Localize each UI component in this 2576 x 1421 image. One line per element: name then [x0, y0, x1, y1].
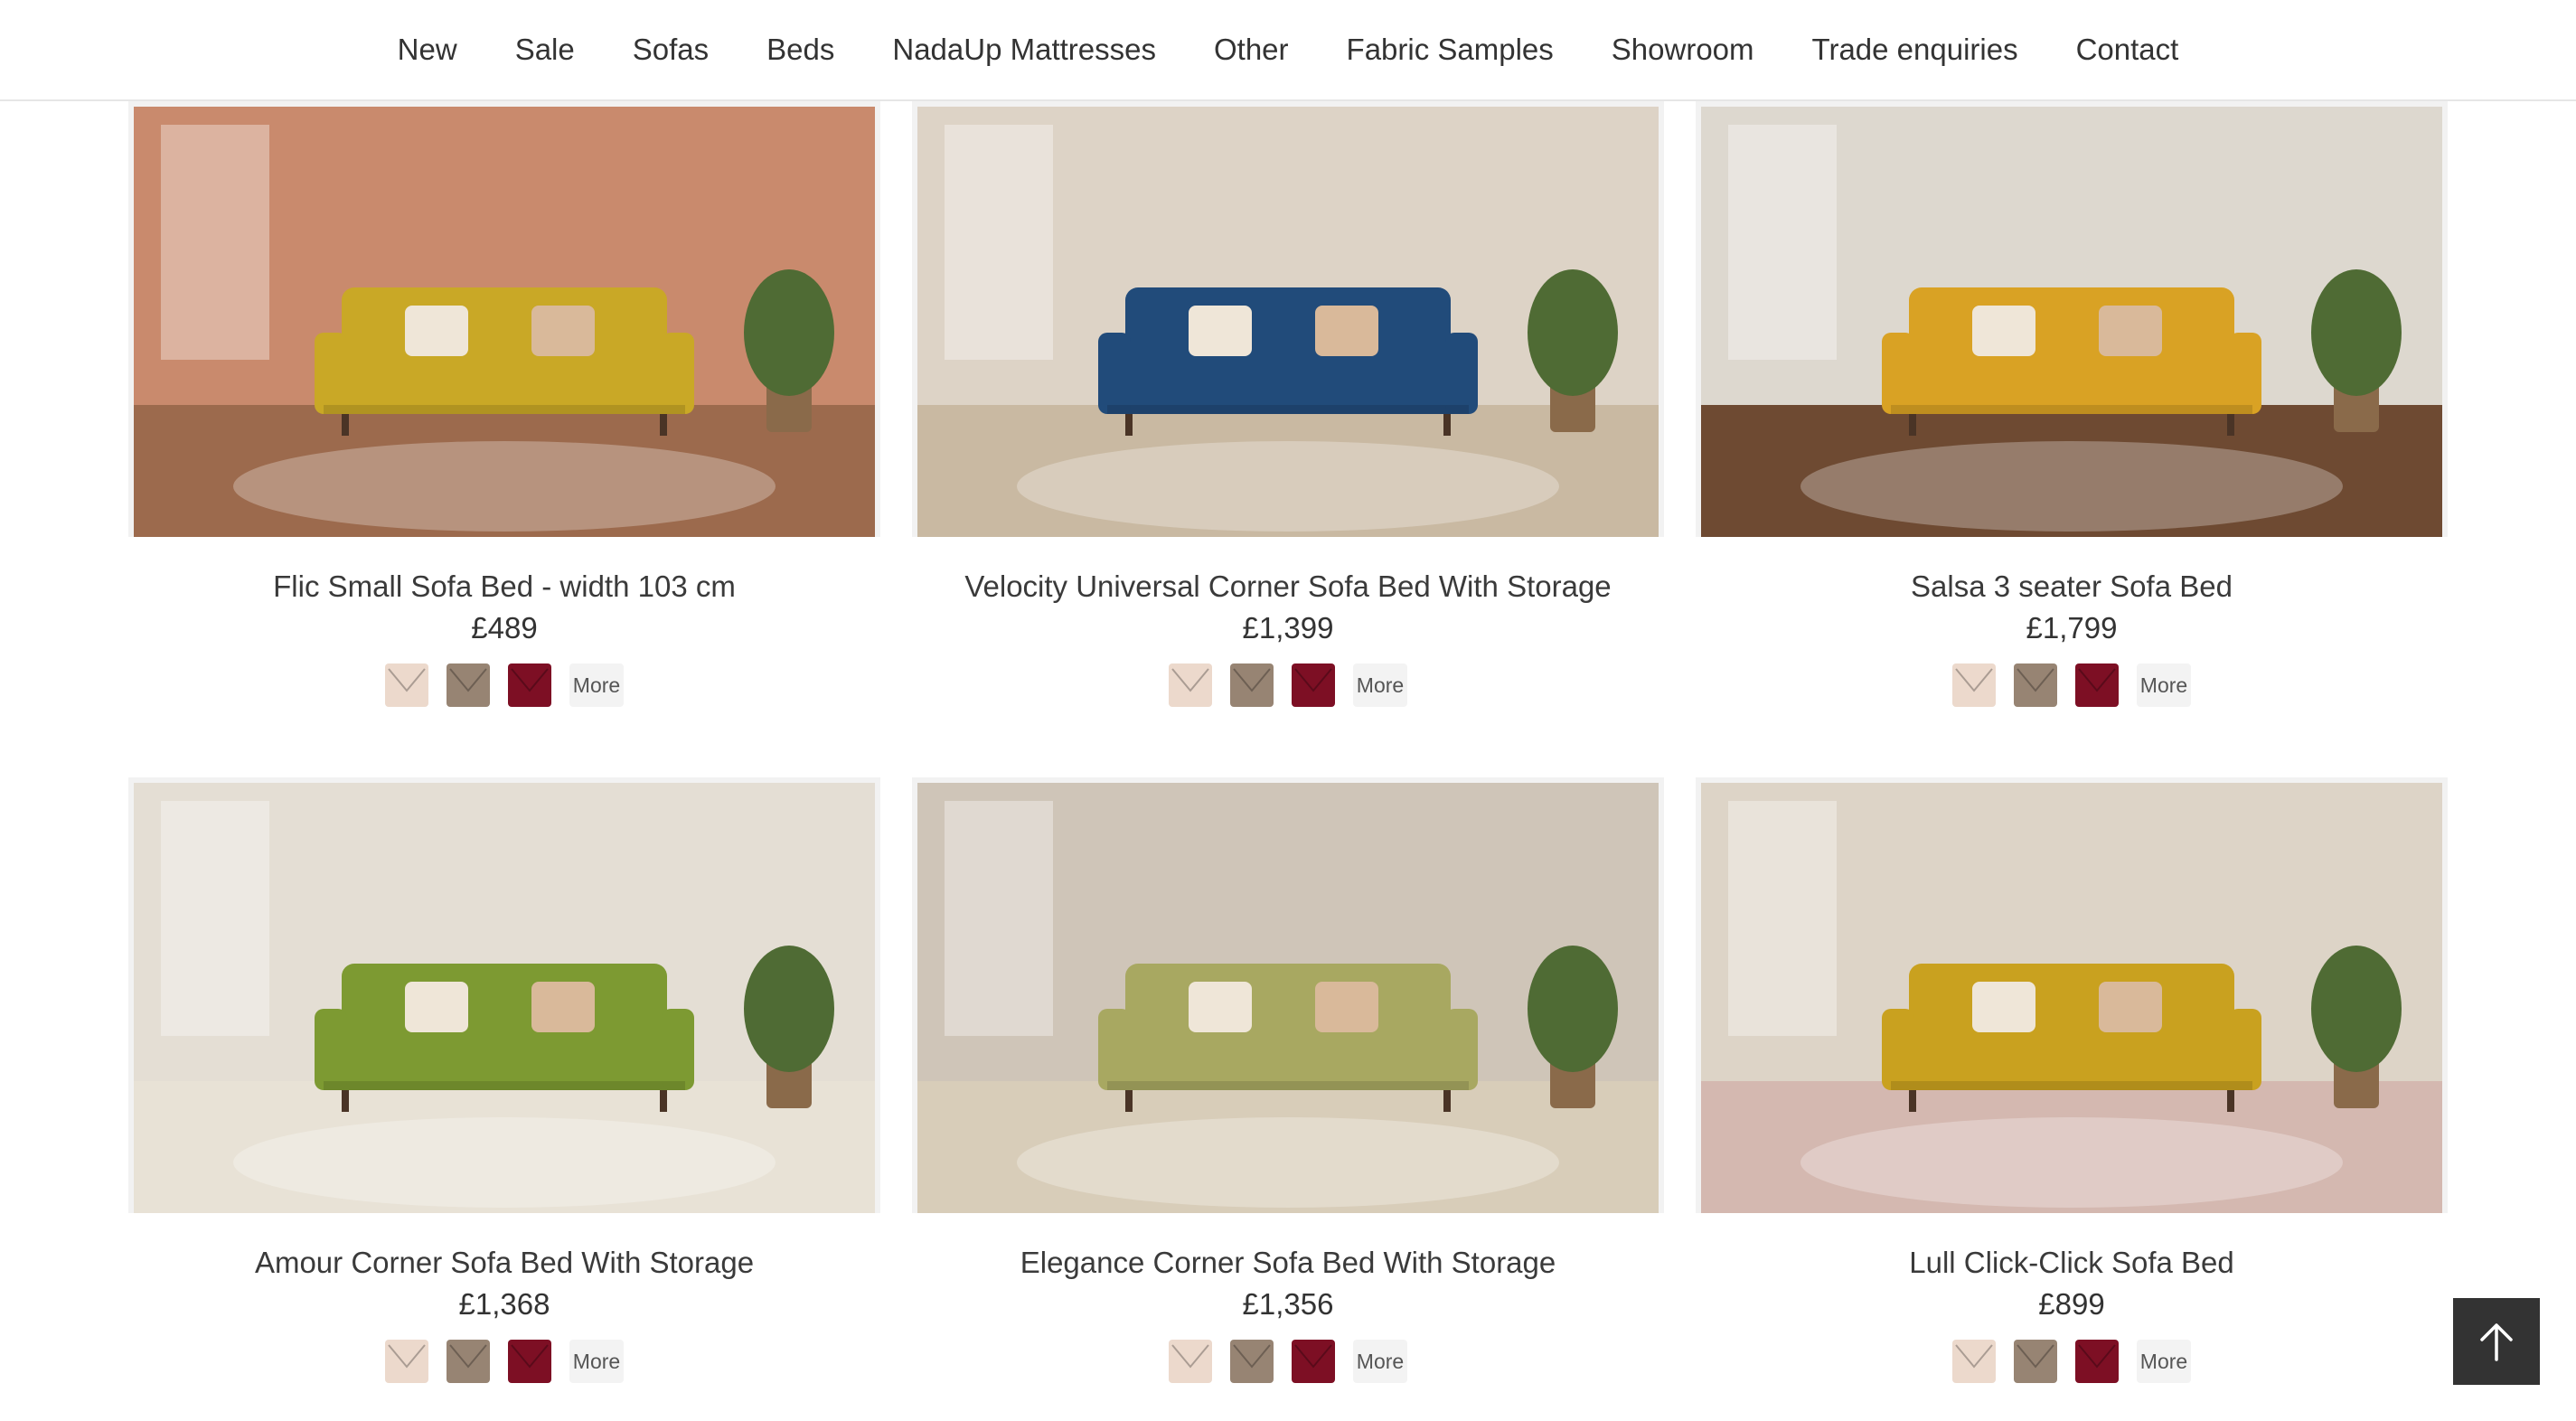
swatch-row: More: [912, 1340, 1664, 1383]
more-swatches-button[interactable]: More: [1352, 1340, 1408, 1383]
main-navigation: New Sale Sofas Beds NadaUp Mattresses Ot…: [0, 0, 2576, 101]
product-image[interactable]: [912, 101, 1664, 537]
more-swatches-button[interactable]: More: [2136, 663, 2192, 707]
more-swatches-button[interactable]: More: [569, 663, 625, 707]
nav-beds[interactable]: Beds: [766, 33, 834, 67]
product-photo: [1701, 107, 2442, 537]
swatch-cream[interactable]: [1168, 663, 1212, 707]
product-price: £899: [2038, 1287, 2105, 1321]
product-price: £1,799: [2026, 611, 2118, 645]
product-card[interactable]: Amour Corner Sofa Bed With Storage £1,36…: [128, 777, 880, 1383]
swatch-burgundy[interactable]: [1291, 1340, 1335, 1383]
back-to-top-button[interactable]: [2453, 1298, 2540, 1385]
product-price: £489: [471, 611, 538, 645]
nav-sale[interactable]: Sale: [515, 33, 575, 67]
product-image[interactable]: [1696, 777, 2448, 1213]
swatch-row: More: [128, 663, 880, 707]
swatch-cream[interactable]: [1168, 1340, 1212, 1383]
nav-mattresses[interactable]: NadaUp Mattresses: [892, 33, 1156, 67]
product-photo: [134, 107, 875, 537]
product-price: £1,399: [1242, 611, 1334, 645]
swatch-cream[interactable]: [1951, 663, 1996, 707]
swatch-taupe[interactable]: [2013, 663, 2057, 707]
swatch-taupe[interactable]: [446, 663, 490, 707]
swatch-cream[interactable]: [384, 1340, 428, 1383]
product-card[interactable]: Lull Click-Click Sofa Bed £899 More: [1696, 777, 2448, 1383]
swatch-row: More: [1696, 1340, 2448, 1383]
product-photo: [917, 783, 1659, 1213]
product-price: £1,356: [1242, 1287, 1334, 1321]
nav-showroom[interactable]: Showroom: [1612, 33, 1754, 67]
product-image[interactable]: [128, 777, 880, 1213]
product-price: £1,368: [458, 1287, 550, 1321]
swatch-row: More: [1696, 663, 2448, 707]
nav-new[interactable]: New: [398, 33, 457, 67]
nav-fabric-samples[interactable]: Fabric Samples: [1347, 33, 1554, 67]
product-card[interactable]: Velocity Universal Corner Sofa Bed With …: [912, 101, 1664, 707]
product-title[interactable]: Lull Click-Click Sofa Bed: [1696, 1246, 2448, 1280]
product-image[interactable]: [912, 777, 1664, 1213]
nav-contact[interactable]: Contact: [2076, 33, 2179, 67]
product-title[interactable]: Elegance Corner Sofa Bed With Storage: [912, 1246, 1664, 1280]
product-card[interactable]: Salsa 3 seater Sofa Bed £1,799 More: [1696, 101, 2448, 707]
product-photo: [917, 107, 1659, 537]
nav-sofas[interactable]: Sofas: [633, 33, 709, 67]
swatch-taupe[interactable]: [1229, 663, 1274, 707]
arrow-up-icon: [2480, 1323, 2513, 1361]
swatch-burgundy[interactable]: [1291, 663, 1335, 707]
product-title[interactable]: Velocity Universal Corner Sofa Bed With …: [912, 569, 1664, 604]
swatch-burgundy[interactable]: [507, 1340, 551, 1383]
swatch-taupe[interactable]: [1229, 1340, 1274, 1383]
swatch-taupe[interactable]: [446, 1340, 490, 1383]
swatch-taupe[interactable]: [2013, 1340, 2057, 1383]
swatch-burgundy[interactable]: [2074, 1340, 2119, 1383]
product-photo: [1701, 783, 2442, 1213]
product-card[interactable]: Flic Small Sofa Bed - width 103 cm £489 …: [128, 101, 880, 707]
swatch-cream[interactable]: [384, 663, 428, 707]
product-image[interactable]: [1696, 101, 2448, 537]
swatch-burgundy[interactable]: [507, 663, 551, 707]
more-swatches-button[interactable]: More: [569, 1340, 625, 1383]
product-card[interactable]: Elegance Corner Sofa Bed With Storage £1…: [912, 777, 1664, 1383]
product-title[interactable]: Flic Small Sofa Bed - width 103 cm: [128, 569, 880, 604]
product-image[interactable]: [128, 101, 880, 537]
more-swatches-button[interactable]: More: [1352, 663, 1408, 707]
swatch-cream[interactable]: [1951, 1340, 1996, 1383]
more-swatches-button[interactable]: More: [2136, 1340, 2192, 1383]
swatch-row: More: [128, 1340, 880, 1383]
product-title[interactable]: Amour Corner Sofa Bed With Storage: [128, 1246, 880, 1280]
swatch-row: More: [912, 663, 1664, 707]
swatch-burgundy[interactable]: [2074, 663, 2119, 707]
product-title[interactable]: Salsa 3 seater Sofa Bed: [1696, 569, 2448, 604]
nav-other[interactable]: Other: [1214, 33, 1289, 67]
nav-trade-enquiries[interactable]: Trade enquiries: [1812, 33, 2018, 67]
product-photo: [134, 783, 875, 1213]
